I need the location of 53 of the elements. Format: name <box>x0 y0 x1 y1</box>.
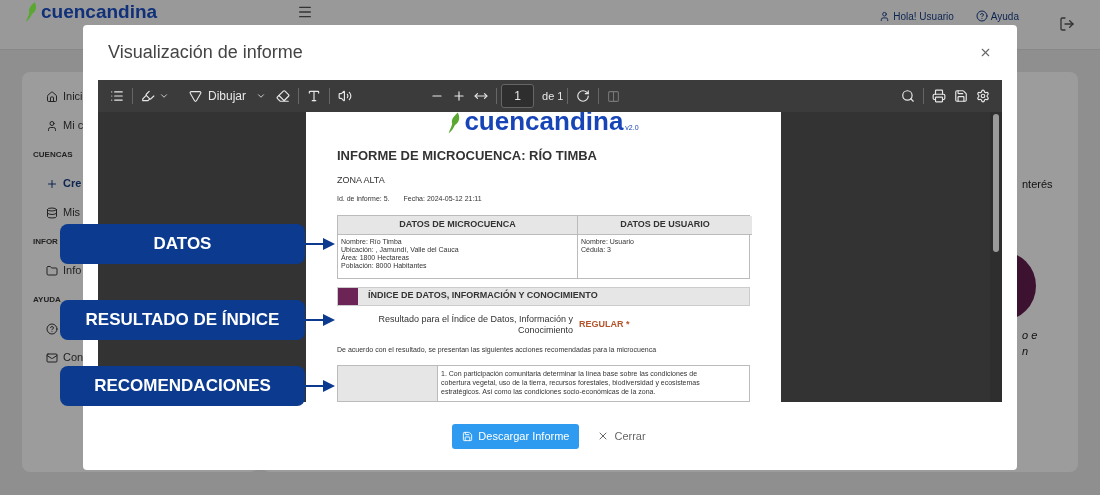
callout-label: RESULTADO DE ÍNDICE <box>60 300 305 340</box>
mail-icon <box>46 351 58 364</box>
arrow-icon <box>305 314 335 326</box>
app-logo: cuencandina <box>41 2 158 22</box>
cancel-button[interactable]: Cerrar <box>595 423 648 449</box>
callout-label: RECOMENDACIONES <box>60 366 305 406</box>
document-title: INFORME DE MICROCUENCA: RÍO TIMBA <box>337 147 598 165</box>
arrow-icon <box>305 380 335 392</box>
plus-icon <box>46 177 58 190</box>
logout-icon[interactable] <box>1059 16 1075 32</box>
modal-title: Visualización de informe <box>108 41 303 64</box>
pen-icon <box>189 89 202 103</box>
database-icon <box>46 206 58 219</box>
result-value: REGULAR * <box>579 317 630 331</box>
highlighter-icon <box>141 89 155 103</box>
table-header: DATOS DE USUARIO <box>578 215 752 235</box>
sidebar-item[interactable]: Inici <box>63 88 83 105</box>
result-label: Resultado para el Índice de Datos, Información y Conocimiento <box>377 313 573 336</box>
folder-icon <box>46 264 58 277</box>
help-icon <box>46 322 58 335</box>
draw-button[interactable]: Dibujar <box>183 85 272 107</box>
leaf-logo-icon <box>25 2 39 22</box>
interest-text: nterés <box>1022 177 1054 192</box>
callout-label: DATOS <box>60 224 305 264</box>
document-logo: cuencandina <box>464 112 624 134</box>
section-header: ÍNDICE DE DATOS, INFORMACIÓN Y CONOCIMIENTO <box>337 286 750 306</box>
caption-text: n <box>1022 344 1030 359</box>
zone-label: ZONA ALTA <box>337 173 386 187</box>
sidebar-section: INFOR <box>33 235 58 248</box>
menu-icon[interactable] <box>297 4 314 20</box>
save-icon <box>462 430 474 442</box>
sidebar-section: AYUDA <box>33 293 61 306</box>
home-icon <box>46 90 58 103</box>
help-link[interactable]: Ayuda <box>990 10 1019 23</box>
sidebar-section: CUENCAS <box>33 148 73 161</box>
caption-text: o e <box>1022 327 1039 343</box>
user-greeting[interactable]: Hola! Usuario <box>893 10 954 23</box>
arrow-icon <box>305 238 335 250</box>
table-header: DATOS DE MICROCUENCA <box>338 215 578 235</box>
user-icon <box>46 119 58 132</box>
close-button[interactable] <box>979 46 992 59</box>
user-icon <box>879 11 891 22</box>
help-icon <box>975 10 988 22</box>
chevron-down-icon <box>256 91 266 101</box>
scrollbar[interactable] <box>990 112 1002 402</box>
chevron-down-icon <box>159 91 169 101</box>
page-number-field[interactable]: 1 <box>501 84 534 108</box>
sidebar-item[interactable]: Cre <box>63 175 82 192</box>
page-total: de 1 <box>542 88 564 104</box>
sidebar-item[interactable]: Mis <box>63 204 81 221</box>
sidebar-item[interactable]: Con <box>63 349 84 366</box>
sidebar-item[interactable]: Info <box>63 262 82 279</box>
sidebar-item[interactable]: Mi c <box>63 117 84 134</box>
